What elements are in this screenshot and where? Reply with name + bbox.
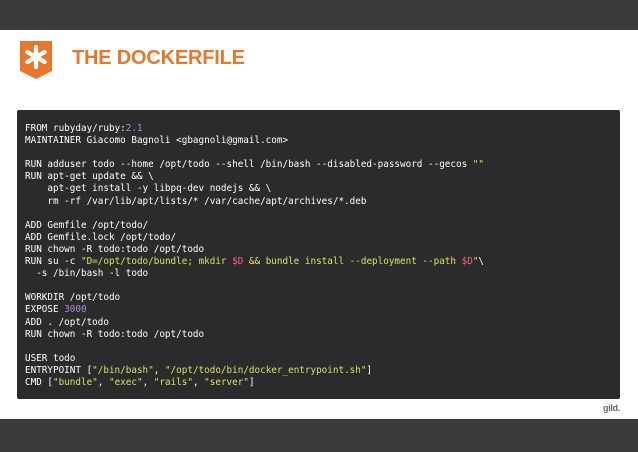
code-token: , [142, 376, 154, 388]
code-token: USER todo [25, 352, 76, 364]
code-token: , [192, 376, 205, 388]
code-token: "D=/opt/todo/bundle; mkdir [80, 256, 233, 268]
code-line: apt-get install -y libpq-dev nodejs && \ [25, 183, 620, 195]
code-line: RUN adduser todo --home /opt/todo --shel… [25, 159, 620, 171]
code-line: RUN chown -R todo:todo /opt/todo [25, 329, 620, 341]
code-token: 2.1 [125, 123, 143, 134]
code-token: 3000 [64, 304, 87, 316]
code-block: FROM rubyday/ruby:2.1 MAINTAINER Giacomo … [17, 110, 620, 399]
code-line: EXPOSE 3000 [25, 304, 620, 316]
code-token: WORKDIR /opt/todo [25, 292, 121, 304]
code-token: "/bin/bash" [92, 364, 154, 376]
code-token: "server" [204, 376, 249, 388]
bottom-bar [0, 419, 638, 452]
code-token: ] [366, 364, 373, 376]
code-line: WORKDIR /opt/todo [25, 292, 620, 304]
code-line: RUN chown -R todo:todo /opt/todo [25, 244, 620, 256]
code-line: RUN apt-get update && \ [25, 171, 620, 183]
code-line: ENTRYPOINT ["/bin/bash", "/opt/todo/bin/… [25, 365, 620, 377]
code-line: ADD Gemfile /opt/todo/ [25, 220, 620, 232]
code-token: MAINTAINER Giacomo Bagnoli <gbagnoli@gma… [25, 135, 289, 147]
code-line: rm -rf /var/lib/apt/lists/* /var/cache/a… [25, 196, 620, 208]
code-token: apt-get install -y libpq-dev nodejs && \ [25, 183, 272, 195]
code-token: "bundle" [53, 376, 98, 388]
dockerfile-code: FROM rubyday/ruby:2.1 MAINTAINER Giacomo … [25, 123, 620, 389]
brand-logo: gild. [603, 398, 627, 414]
code-token: , [153, 364, 165, 376]
page-title: THE DOCKERFILE [72, 47, 245, 69]
code-token: $D [461, 256, 473, 268]
code-line: USER todo [25, 353, 620, 365]
code-line: RUN su -c "D=/opt/todo/bundle; mkdir $D … [25, 256, 620, 268]
code-token: RUN adduser todo --home /opt/todo --shel… [25, 159, 473, 171]
top-bar [0, 0, 638, 30]
code-line: ADD . /opt/todo [25, 317, 620, 329]
code-token: \ [478, 256, 485, 268]
code-token: FROM rubyday/ruby: [25, 123, 126, 134]
code-line: -s /bin/bash -l todo [25, 268, 620, 280]
code-token: ADD Gemfile /opt/todo/ [25, 219, 149, 231]
code-token: ADD . /opt/todo [25, 316, 109, 328]
asterisk-badge-icon [20, 41, 52, 79]
code-token: $D [232, 256, 244, 268]
code-line: MAINTAINER Giacomo Bagnoli <gbagnoli@gma… [25, 135, 620, 147]
code-token: CMD [ [25, 376, 53, 388]
code-line: ADD Gemfile.lock /opt/todo/ [25, 232, 620, 244]
code-token: RUN apt-get update && \ [25, 171, 154, 183]
code-token: && bundle install --deployment --path [243, 256, 462, 268]
code-token: ENTRYPOINT [ [25, 364, 93, 376]
code-line: FROM rubyday/ruby:2.1 [25, 123, 620, 135]
code-token: "exec" [108, 376, 143, 388]
code-token: "rails" [153, 376, 193, 388]
code-token: RUN chown -R todo:todo /opt/todo [25, 328, 205, 340]
code-token: EXPOSE [25, 304, 65, 316]
code-token: ] [248, 376, 255, 388]
code-token: -s /bin/bash -l todo [25, 268, 149, 280]
code-token: rm -rf /var/lib/apt/lists/* /var/cache/a… [25, 195, 367, 207]
code-token: ADD Gemfile.lock /opt/todo/ [25, 231, 177, 243]
code-token: , [97, 376, 109, 388]
code-token: RUN chown -R todo:todo /opt/todo [25, 243, 205, 255]
code-line: CMD ["bundle", "exec", "rails", "server"… [25, 377, 620, 389]
brand-logo-text: gild. [603, 403, 620, 413]
code-token: "" [472, 159, 484, 171]
code-token: RUN su -c [25, 256, 81, 268]
code-token: "/opt/todo/bin/docker_entrypoint.sh" [164, 364, 367, 376]
